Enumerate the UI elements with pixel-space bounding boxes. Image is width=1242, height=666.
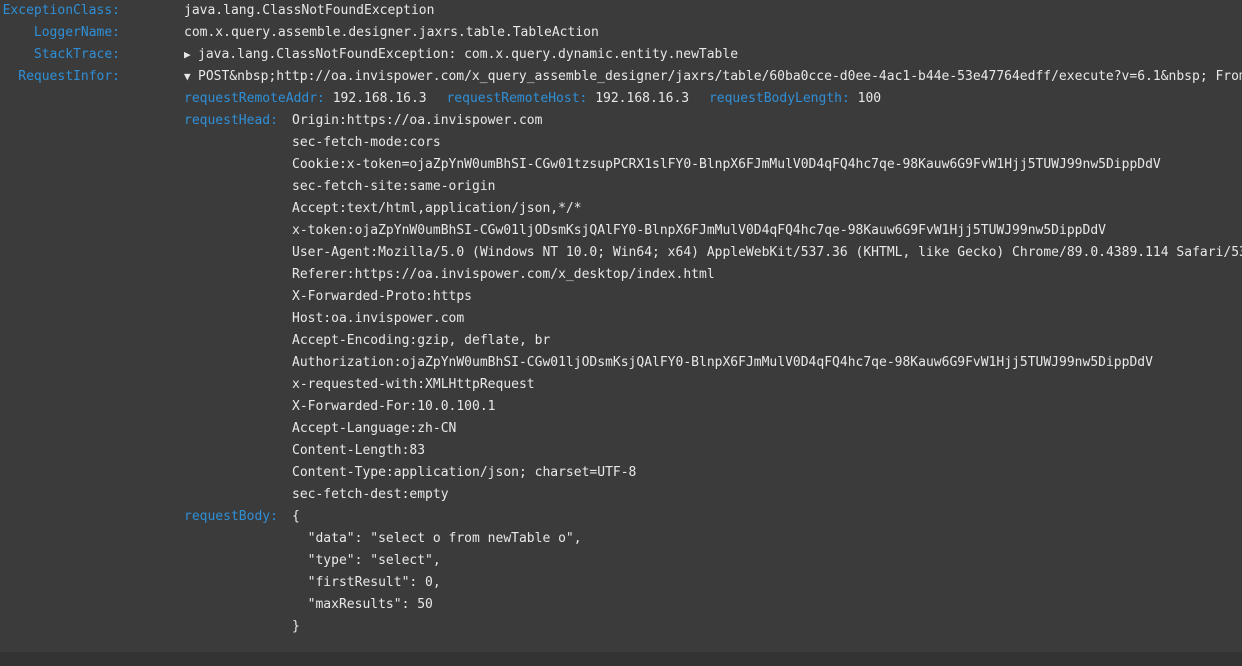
request-remote-host-value: 192.168.16.3 [595,91,690,106]
log-detail-panel: ExceptionClass: java.lang.ClassNotFoundE… [0,0,1242,652]
request-head-line-text: User-Agent:Mozilla/5.0 (Windows NT 10.0;… [292,245,1242,260]
request-head-line-text: x-requested-with:XMLHttpRequest [292,377,535,392]
request-head-line-text: Accept-Encoding:gzip, deflate, br [292,333,551,348]
request-head-line-text: sec-fetch-dest:empty [292,487,449,502]
request-remote-host-key: requestRemoteHost: [446,91,588,106]
logger-name-row: LoggerName: com.x.query.assemble.designe… [0,22,1242,44]
request-body-line: { [0,506,1242,528]
request-meta: requestRemoteAddr: 192.168.16.3 requestR… [184,88,893,110]
request-head-line-text: X-Forwarded-For:10.0.100.1 [292,399,496,414]
request-head-line: sec-fetch-site:same-origin [0,176,1242,198]
request-body-line-text: "type": "select", [292,553,441,568]
request-body-line-text: } [292,619,300,634]
request-head-line-text: Authorization:ojaZpYnW0umBhSI-CGw01ljODs… [292,355,1153,370]
request-head-line: Content-Length:83 [0,440,1242,462]
request-head-line-text: Content-Length:83 [292,443,426,458]
request-head-line: Accept-Language:zh-CN [0,418,1242,440]
request-infor-value: POST&nbsp;http://oa.invispower.com/x_que… [198,69,1242,84]
request-head-line: User-Agent:Mozilla/5.0 (Windows NT 10.0;… [0,242,1242,264]
request-body-line: "firstResult": 0, [0,572,1242,594]
request-head-line: sec-fetch-dest:empty [0,484,1242,506]
exception-class-row: ExceptionClass: java.lang.ClassNotFoundE… [0,0,1242,22]
request-head-line: x-token:ojaZpYnW0umBhSI-CGw01ljODsmKsjQA… [0,220,1242,242]
request-head-line: Referer:https://oa.invispower.com/x_desk… [0,264,1242,286]
request-body-line: "data": "select o from newTable o", [0,528,1242,550]
request-head-line: Accept-Encoding:gzip, deflate, br [0,330,1242,352]
stack-trace-value-wrap[interactable]: ▶ java.lang.ClassNotFoundException: com.x… [184,44,738,66]
bottom-strip [0,652,1242,666]
request-head-line-text: Referer:https://oa.invispower.com/x_desk… [292,267,715,282]
request-body-length-value: 100 [857,91,882,106]
collapse-arrow-icon[interactable]: ▼ [184,66,198,88]
exception-class-label: ExceptionClass: [2,3,120,18]
request-infor-value-wrap[interactable]: ▼ POST&nbsp;http://oa.invispower.com/x_qu… [184,66,1242,88]
request-remote-addr-key: requestRemoteAddr: [184,91,325,106]
request-head-line-text: Cookie:x-token=ojaZpYnW0umBhSI-CGw01tzsu… [292,157,1161,172]
request-head-line: Content-Type:application/json; charset=U… [0,462,1242,484]
request-head-line: X-Forwarded-Proto:https [0,286,1242,308]
request-body-line-text: "maxResults": 50 [292,597,433,612]
request-body-line-text: { [292,509,300,524]
request-infor-row[interactable]: RequestInfor: ▼ POST&nbsp;http://oa.invis… [0,66,1242,88]
request-body-line: "type": "select", [0,550,1242,572]
request-head-line: Host:oa.invispower.com [0,308,1242,330]
request-head-line-text: x-token:ojaZpYnW0umBhSI-CGw01ljODsmKsjQA… [292,223,1106,238]
logger-name-value: com.x.query.assemble.designer.jaxrs.tabl… [184,25,599,40]
request-head-line-text: Origin:https://oa.invispower.com [292,113,543,128]
request-infor-label: RequestInfor: [18,69,120,84]
stack-trace-row[interactable]: StackTrace: ▶ java.lang.ClassNotFoundExce… [0,44,1242,66]
request-meta-row: requestRemoteAddr: 192.168.16.3 requestR… [0,88,1242,110]
request-head-line-text: sec-fetch-mode:cors [292,135,441,150]
request-head-line-text: sec-fetch-site:same-origin [292,179,496,194]
request-head-line-text: X-Forwarded-Proto:https [292,289,473,304]
request-head-line-text: Accept-Language:zh-CN [292,421,457,436]
request-head-line-text: Accept:text/html,application/json,*/* [292,201,582,216]
request-head-line: Origin:https://oa.invispower.com [0,110,1242,132]
request-head-line: x-requested-with:XMLHttpRequest [0,374,1242,396]
stack-trace-value: java.lang.ClassNotFoundException: com.x.… [198,47,739,62]
request-remote-addr-value: 192.168.16.3 [332,91,427,106]
request-head-line: Cookie:x-token=ojaZpYnW0umBhSI-CGw01tzsu… [0,154,1242,176]
logger-name-label: LoggerName: [33,25,120,40]
exception-class-value: java.lang.ClassNotFoundException [184,3,435,18]
request-head-line: Authorization:ojaZpYnW0umBhSI-CGw01ljODs… [0,352,1242,374]
stack-trace-label: StackTrace: [33,47,120,62]
request-head-line: sec-fetch-mode:cors [0,132,1242,154]
request-head-line: X-Forwarded-For:10.0.100.1 [0,396,1242,418]
request-body-length-key: requestBodyLength: [708,91,850,106]
request-body-line-text: "data": "select o from newTable o", [292,531,582,546]
request-head-line: Accept:text/html,application/json,*/* [0,198,1242,220]
request-head-line-text: Host:oa.invispower.com [292,311,465,326]
request-body-line: } [0,616,1242,638]
request-body-line: "maxResults": 50 [0,594,1242,616]
request-body-line-text: "firstResult": 0, [292,575,441,590]
expand-arrow-icon[interactable]: ▶ [184,44,198,66]
request-head-line-text: Content-Type:application/json; charset=U… [292,465,637,480]
